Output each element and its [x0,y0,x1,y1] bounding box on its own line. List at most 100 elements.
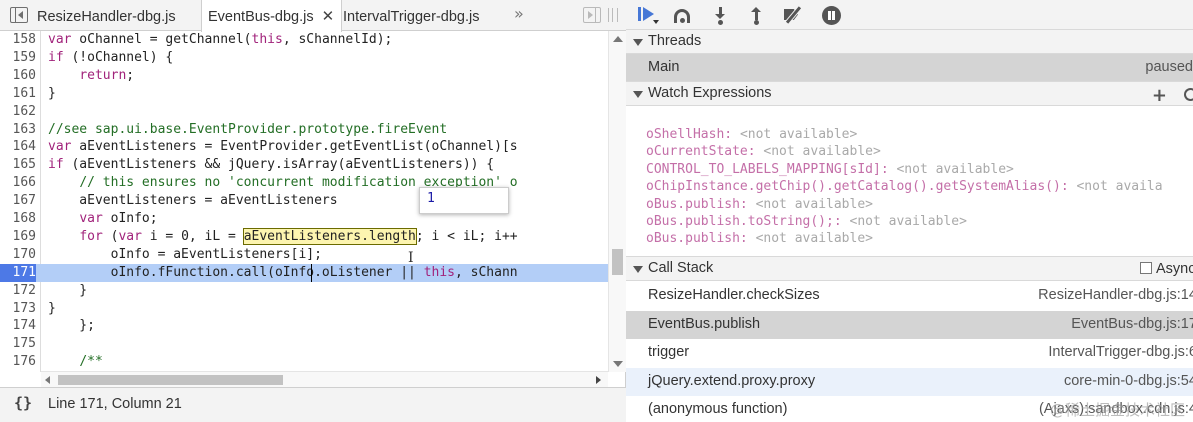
code-line[interactable]: 173} [0,300,608,318]
horizontal-scrollbar[interactable] [41,371,608,387]
watch-section-header[interactable]: Watch Expressions + [626,81,1193,106]
tab-resizehandler[interactable]: ResizeHandler-dbg.js [37,0,176,31]
code-text: } [48,85,56,101]
code-line[interactable]: 171 oInfo.fFunction.call(oInfo.oListener… [0,263,608,282]
call-frame[interactable]: ResizeHandler.checkSizes ResizeHandler-db… [626,282,1193,310]
watch-expression[interactable]: oBus.publish: <not available> [646,196,1163,213]
line-number[interactable]: 159 [0,49,36,67]
async-checkbox[interactable]: Async [1140,261,1193,277]
watch-expression[interactable]: oBus.publish.toString();: <not available… [646,213,1163,230]
step-out-icon[interactable] [746,5,768,25]
watch-expression[interactable]: CONTROL_TO_LABELS_MAPPING[sId]: <not ava… [646,161,1163,178]
line-number[interactable]: 176 [0,353,36,371]
call-frame-location[interactable]: ResizeHandler-dbg.js:142 [1038,287,1193,303]
step-over-icon[interactable] [672,5,694,25]
line-number[interactable]: 177 [0,371,36,372]
code-line[interactable]: 166 // this ensures no 'concurrent modif… [0,174,608,192]
line-number[interactable]: 158 [0,31,36,49]
code-line[interactable]: 161} [0,85,608,103]
vertical-scroll-thumb[interactable] [612,249,623,275]
editor-status-bar: {} Line 171, Column 21 [0,387,626,422]
call-frame[interactable]: trigger IntervalTrigger-dbg.js:62 [626,339,1193,367]
toggle-navigator-icon[interactable] [10,7,28,23]
watch-expression[interactable]: oBus.publish: <not available> [646,230,1163,247]
tab-intervaltrigger[interactable]: IntervalTrigger-dbg.js [343,0,479,31]
sources-editor-pane: ResizeHandler-dbg.js EventBus-dbg.js ✕ In… [0,0,626,422]
line-number[interactable]: 162 [0,103,36,121]
code-line[interactable]: 159 if (!oChannel) { [0,49,608,67]
tab-eventbus[interactable]: EventBus-dbg.js ✕ [201,0,343,34]
code-line[interactable]: 169 for (var i = 0, iL = aEventListeners… [0,227,608,246]
call-frame-function: ResizeHandler.checkSizes [648,287,820,303]
line-number[interactable]: 165 [0,156,36,174]
refresh-icon[interactable] [1184,88,1193,101]
call-frame-function: trigger [648,344,690,361]
line-number[interactable]: 168 [0,210,36,228]
code-line[interactable]: 175 [0,335,608,353]
call-frame[interactable]: EventBus.publish EventBus-dbg.js:171 [626,310,1193,339]
line-number[interactable]: 169 [0,228,36,246]
threads-section-header[interactable]: Threads [626,29,1193,54]
line-number[interactable]: 167 [0,192,36,210]
deactivate-breakpoints-icon[interactable] [782,5,804,25]
scroll-right-icon[interactable] [596,376,601,384]
code-text: var oInfo; [79,211,158,226]
watch-expression-value: <not available> [763,144,881,160]
line-number[interactable]: 170 [0,246,36,264]
call-frame[interactable]: jQuery.extend.proxy.proxy core-min-0-dbg.… [626,367,1193,396]
panel-splitter-icon[interactable] [608,8,618,22]
call-frame-location[interactable]: core-min-0-dbg.js:547 [1064,373,1193,389]
code-line[interactable]: 168 var oInfo; [0,210,608,228]
pretty-print-icon[interactable]: {} [14,394,32,412]
step-into-icon[interactable] [710,5,732,25]
watch-expression-name: oChipInstance.getChip().getCatalog().get… [646,179,1061,195]
vertical-scrollbar[interactable] [608,31,626,372]
code-line[interactable]: 160 return; [0,67,608,85]
call-frame-function: EventBus.publish [648,315,761,332]
scroll-down-icon[interactable] [613,361,623,367]
line-number[interactable]: 171 [0,263,36,282]
line-number[interactable]: 175 [0,335,36,353]
toggle-debugger-icon[interactable] [583,7,601,23]
line-number[interactable]: 166 [0,174,36,192]
line-number[interactable]: 161 [0,85,36,103]
callstack-section-header[interactable]: Call Stack Async [626,256,1193,281]
scroll-left-icon[interactable] [45,376,50,384]
watermark: @稀土掘金技术社区 [1049,401,1185,419]
close-tab-icon[interactable]: ✕ [322,0,335,34]
scroll-up-icon[interactable] [613,36,623,42]
watch-expression[interactable]: oCurrentState: <not available> [646,143,1163,160]
line-number[interactable]: 174 [0,317,36,335]
code-line[interactable]: 172 } [0,282,608,300]
watch-expression[interactable]: oChipInstance.getChip().getCatalog().get… [646,178,1163,195]
code-line[interactable]: 162 [0,103,608,121]
horizontal-scroll-thumb[interactable] [58,375,283,385]
checkbox-icon[interactable] [1140,262,1152,274]
cursor-position: Line 171, Column 21 [48,396,182,412]
code-editor[interactable]: 158 var oChannel = getChannel(this, sChan… [0,31,608,372]
line-number[interactable]: 160 [0,67,36,85]
code-line[interactable]: 158 var oChannel = getChannel(this, sChan… [0,31,608,49]
resume-icon[interactable] [636,5,659,25]
thread-row-main[interactable]: Main paused [626,54,1193,81]
code-line[interactable]: 167 aEventListeners = aEventListeners [0,192,608,210]
add-expression-icon[interactable]: + [1152,85,1167,106]
call-frame-location[interactable]: IntervalTrigger-dbg.js:62 [1048,344,1193,360]
code-text: for (var i = 0, iL = aEventListeners.len… [79,227,518,245]
code-text: var oChannel = getChannel(this, sChannel… [48,32,393,47]
tab-overflow-icon[interactable]: » [514,4,524,23]
pause-on-exceptions-icon[interactable] [822,6,841,25]
line-number[interactable]: 172 [0,282,36,300]
call-frame-location[interactable]: EventBus-dbg.js:171 [1071,316,1193,332]
code-text: if (aEventListeners && jQuery.isArray(aE… [48,157,495,173]
code-line[interactable]: 163 //see sap.ui.base.EventProvider.proto… [0,121,608,139]
code-line[interactable]: 165 if (aEventListeners && jQuery.isArray… [0,156,608,174]
code-line[interactable]: 176 /** [0,353,608,371]
code-line[interactable]: 170 oInfo = aEventListeners[i]; [0,246,608,264]
code-line[interactable]: 164 var aEventListeners = EventProvider.g… [0,138,608,156]
line-number[interactable]: 164 [0,138,36,156]
line-number[interactable]: 173 [0,300,36,318]
watch-expression[interactable]: oShellHash: <not available> [646,126,1163,143]
code-line[interactable]: 174 }; [0,317,608,335]
line-number[interactable]: 163 [0,121,36,139]
